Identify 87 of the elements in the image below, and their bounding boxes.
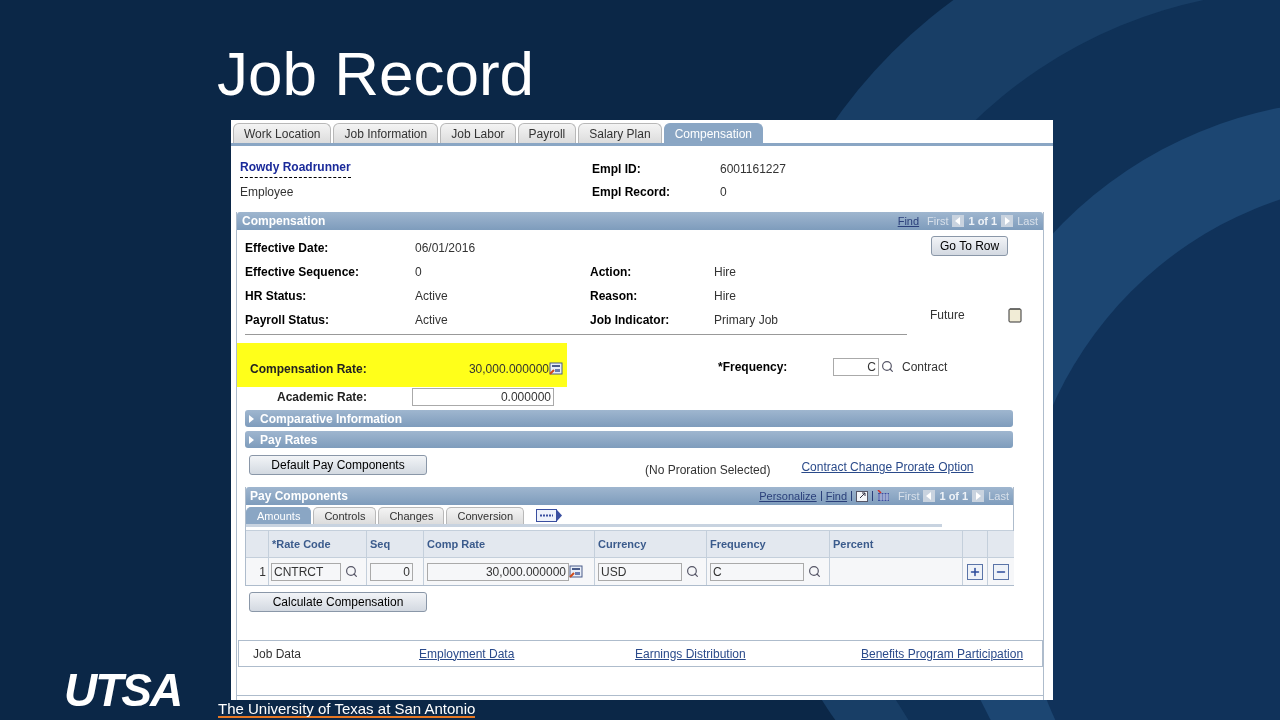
first-label: First — [927, 213, 949, 229]
calculator-icon[interactable] — [569, 565, 583, 578]
plus-icon — [969, 565, 981, 578]
notepad-icon[interactable] — [1007, 307, 1022, 323]
field-label: Action: — [590, 264, 633, 281]
input-field[interactable]: 30,000.000000 — [427, 562, 569, 581]
row-count: 1 of 1 — [939, 488, 969, 504]
field-label: Academic Rate: — [277, 389, 369, 406]
add-row-button[interactable] — [967, 563, 983, 580]
search-icon[interactable] — [881, 360, 894, 373]
input-field[interactable]: C — [833, 357, 879, 376]
column-header: *Rate Code — [269, 531, 367, 557]
field-value: 6001161227 — [720, 161, 787, 178]
logo-wordmark: UTSA — [64, 668, 182, 712]
field-label: Empl Record: — [592, 184, 671, 201]
field-value: 0 — [415, 264, 423, 281]
footer-link[interactable]: Benefits Program Participation — [861, 644, 1024, 663]
field-label: Compensation Rate: — [250, 360, 368, 378]
search-icon[interactable] — [345, 565, 358, 578]
page-tab[interactable]: Job Labor — [440, 123, 516, 143]
grid-tab[interactable]: Conversion — [446, 507, 525, 524]
find-link[interactable]: Find — [897, 212, 920, 230]
field-label: Effective Date: — [245, 240, 330, 257]
column-header: Comp Rate — [424, 531, 595, 557]
field-label: Job Indicator: — [590, 312, 671, 329]
default-pay-components-button[interactable]: Default Pay Components — [249, 455, 427, 475]
field-label: *Frequency: — [718, 358, 789, 376]
proration-status: (No Proration Selected) — [645, 461, 771, 479]
field-value: 0 — [720, 184, 728, 201]
logo-subtitle: The University of Texas at San Antonio — [218, 701, 476, 718]
field-label: Effective Sequence: — [245, 264, 361, 281]
prorate-option-link[interactable]: Contract Change Prorate Option — [801, 458, 974, 476]
personalize-link[interactable]: Personalize — [759, 487, 817, 505]
last-label: Last — [988, 488, 1009, 504]
search-icon[interactable] — [686, 565, 699, 578]
spreadsheet-icon[interactable] — [877, 490, 891, 502]
input-field[interactable]: 0 — [370, 562, 413, 581]
page-tab[interactable]: Work Location — [233, 123, 332, 143]
field-value: Active — [415, 312, 449, 329]
footer-link[interactable]: Earnings Distribution — [635, 644, 746, 663]
column-header: Frequency — [707, 531, 830, 557]
slide-title: Job Record — [217, 40, 536, 110]
delete-row-button[interactable] — [993, 563, 1009, 580]
employee-name[interactable]: Rowdy Roadrunner — [240, 160, 351, 178]
column-header: Currency — [595, 531, 707, 557]
field-value: Hire — [714, 288, 737, 305]
collapsed-triangle-icon — [248, 435, 255, 444]
field-value: Active — [415, 288, 449, 305]
footer-label: Job Data — [253, 645, 302, 663]
first-label: First — [898, 488, 920, 504]
popup-icon[interactable] — [856, 490, 869, 502]
grid-tab[interactable]: Changes — [378, 507, 445, 524]
column-header: Percent — [830, 531, 963, 557]
go-to-row-button[interactable]: Go To Row — [931, 236, 1008, 256]
footer-link[interactable]: Employment Data — [419, 644, 515, 663]
column-header: Seq — [367, 531, 424, 557]
employee-type: Employee — [240, 184, 295, 201]
page-tab[interactable]: Salary Plan — [578, 123, 662, 143]
last-label: Last — [1017, 213, 1038, 229]
calculator-icon[interactable] — [549, 362, 563, 375]
show-all-columns-icon[interactable] — [536, 509, 564, 522]
grid-tab[interactable]: Controls — [313, 507, 377, 524]
find-link[interactable]: Find — [825, 487, 848, 505]
page-tab[interactable]: Job Information — [333, 123, 439, 143]
field-label: Payroll Status: — [245, 312, 331, 329]
search-icon[interactable] — [808, 565, 821, 578]
field-value: 06/01/2016 — [415, 240, 477, 257]
input-field[interactable]: USD — [598, 562, 682, 581]
field-value: Hire — [714, 264, 737, 281]
table-cell — [988, 531, 1014, 557]
collapsed-triangle-icon — [248, 414, 255, 423]
input-field[interactable]: 0.000000 — [412, 388, 554, 406]
section-title: Pay Components — [250, 488, 348, 505]
field-label: Reason: — [590, 288, 639, 305]
field-label: Empl ID: — [592, 161, 642, 178]
field-label: HR Status: — [245, 288, 308, 305]
row-count: 1 of 1 — [968, 213, 998, 229]
field-value: Primary Job — [714, 312, 779, 329]
future-label: Future — [930, 307, 965, 324]
frequency-description: Contract — [902, 358, 948, 376]
input-field[interactable]: C — [710, 562, 804, 581]
row-number: 1 — [246, 557, 269, 585]
page-tab[interactable]: Payroll — [517, 123, 577, 143]
section-title: Compensation — [242, 213, 326, 230]
input-field[interactable]: CNTRCT — [271, 562, 341, 581]
calculate-compensation-button[interactable]: Calculate Compensation — [249, 592, 427, 612]
field-value: 30,000.000000 — [467, 360, 549, 378]
